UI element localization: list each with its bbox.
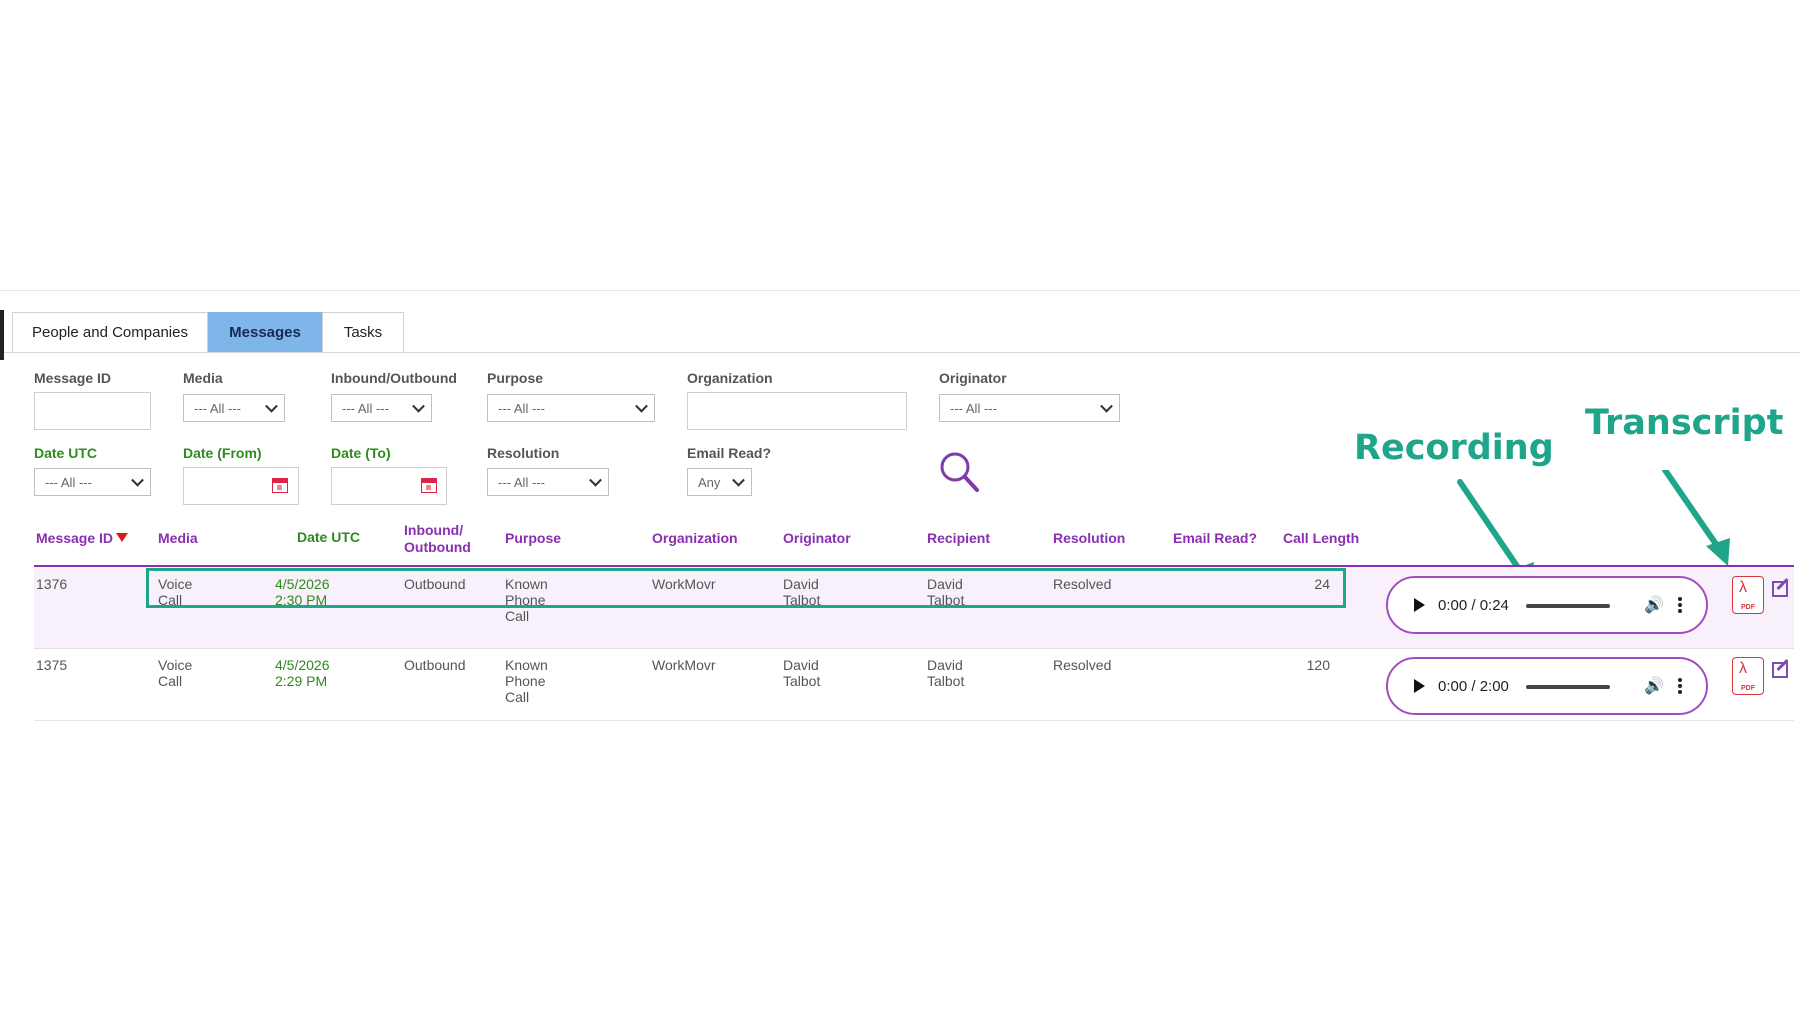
purpose-label: Purpose — [487, 370, 544, 386]
pdf-icon[interactable]: λ PDF — [1732, 576, 1764, 614]
cell-direction: Outbound — [404, 657, 466, 673]
col-email-read[interactable]: Email Read? — [1173, 530, 1257, 546]
date-utc-label: Date UTC — [34, 445, 98, 461]
col-inbound-outbound[interactable]: Inbound/ Outbound — [404, 522, 471, 556]
table-row-divider — [34, 648, 1794, 649]
table-header-divider — [34, 565, 1794, 567]
email-read-label: Email Read? — [687, 445, 772, 461]
play-icon[interactable] — [1414, 598, 1425, 612]
originator-label: Originator — [939, 370, 1007, 386]
col-message-id-label: Message ID — [36, 530, 114, 546]
progress-track[interactable] — [1526, 604, 1610, 608]
originator-select-value: --- All --- — [950, 400, 997, 416]
resolution-label: Resolution — [487, 445, 560, 461]
media-select-value: --- All --- — [194, 400, 241, 416]
col-recipient[interactable]: Recipient — [927, 530, 990, 546]
purpose-select[interactable]: --- All --- — [487, 394, 655, 422]
col-organization[interactable]: Organization — [652, 530, 738, 546]
cell-date-utc: 4/5/2026 2:29 PM — [275, 657, 330, 689]
player-time: 0:00 / 2:00 — [1438, 678, 1509, 695]
inbound-outbound-select-value: --- All --- — [342, 400, 389, 416]
chevron-down-icon — [265, 399, 278, 413]
chevron-down-icon — [732, 473, 745, 487]
transcript-arrow — [1662, 470, 1723, 553]
row-highlight-box — [146, 568, 1346, 608]
email-read-select-value: Any — [698, 474, 721, 490]
cell-message-id: 1376 — [36, 576, 68, 592]
page-top-divider — [0, 290, 1800, 291]
originator-select[interactable]: --- All --- — [939, 394, 1120, 422]
edit-icon[interactable] — [1772, 581, 1788, 597]
pdf-icon[interactable]: λ PDF — [1732, 657, 1764, 695]
inbound-outbound-select[interactable]: --- All --- — [331, 394, 432, 422]
media-select[interactable]: --- All --- — [183, 394, 285, 422]
col-outbound-label: Outbound — [404, 539, 471, 555]
inbound-outbound-label: Inbound/Outbound — [331, 370, 457, 386]
more-options-icon[interactable] — [1678, 595, 1682, 615]
email-read-select[interactable]: Any — [687, 468, 752, 496]
chevron-down-icon — [412, 399, 425, 413]
tab-tasks[interactable]: Tasks — [322, 312, 404, 352]
message-id-input[interactable] — [34, 392, 151, 430]
volume-icon[interactable]: 🔊 — [1644, 595, 1664, 615]
resolution-select[interactable]: --- All --- — [487, 468, 609, 496]
chevron-down-icon — [131, 473, 144, 487]
audio-player[interactable]: 0:00 / 2:00 🔊 — [1386, 657, 1708, 715]
resolution-select-value: --- All --- — [498, 474, 545, 490]
recording-arrow — [1457, 479, 1528, 581]
calendar-icon[interactable] — [421, 478, 437, 493]
col-date-utc[interactable]: Date UTC — [297, 529, 360, 545]
organization-input[interactable] — [687, 392, 907, 430]
col-originator[interactable]: Originator — [783, 530, 851, 546]
tab-messages[interactable]: Messages — [208, 312, 322, 352]
more-options-icon[interactable] — [1678, 676, 1682, 696]
col-inbound-label: Inbound/ — [404, 522, 464, 538]
transcript-annotation: Transcript — [1585, 403, 1784, 443]
message-id-label: Message ID — [34, 370, 112, 386]
organization-label: Organization — [687, 370, 773, 386]
audio-player[interactable]: 0:00 / 0:24 🔊 — [1386, 576, 1708, 634]
col-purpose[interactable]: Purpose — [505, 530, 561, 546]
cell-originator: David Talbot — [783, 657, 821, 689]
col-resolution[interactable]: Resolution — [1053, 530, 1125, 546]
player-time: 0:00 / 0:24 — [1438, 597, 1509, 614]
tabs-baseline — [4, 352, 1800, 353]
play-icon[interactable] — [1414, 679, 1425, 693]
transcript-arrowhead — [1706, 538, 1730, 566]
volume-icon[interactable]: 🔊 — [1644, 676, 1664, 696]
recording-annotation: Recording — [1354, 428, 1554, 468]
chevron-down-icon — [635, 399, 648, 413]
progress-track[interactable] — [1526, 685, 1610, 689]
magnifier-icon[interactable] — [938, 450, 980, 494]
cell-organization: WorkMovr — [652, 657, 716, 673]
cell-message-id: 1375 — [36, 657, 68, 673]
col-message-id[interactable]: Message ID — [36, 530, 113, 546]
cell-recipient: David Talbot — [927, 657, 965, 689]
media-label: Media — [183, 370, 223, 386]
table-bottom-edge — [34, 720, 1794, 721]
cell-call-length: 120 — [1306, 657, 1330, 673]
cell-media: Voice Call — [158, 657, 193, 689]
calendar-icon[interactable] — [272, 478, 288, 493]
date-to-label: Date (To) — [331, 445, 391, 461]
chevron-down-icon — [1100, 399, 1113, 413]
edit-icon[interactable] — [1772, 662, 1788, 678]
sort-desc-icon[interactable] — [116, 533, 128, 543]
cell-purpose: Known Phone Call — [505, 657, 548, 705]
date-utc-select[interactable]: --- All --- — [34, 468, 151, 496]
col-media[interactable]: Media — [158, 530, 198, 546]
col-call-length[interactable]: Call Length — [1283, 530, 1359, 546]
cell-resolution: Resolved — [1053, 657, 1112, 673]
date-utc-select-value: --- All --- — [45, 474, 92, 490]
purpose-select-value: --- All --- — [498, 400, 545, 416]
date-from-label: Date (From) — [183, 445, 262, 461]
chevron-down-icon — [589, 473, 602, 487]
tab-people-and-companies[interactable]: People and Companies — [12, 312, 208, 352]
